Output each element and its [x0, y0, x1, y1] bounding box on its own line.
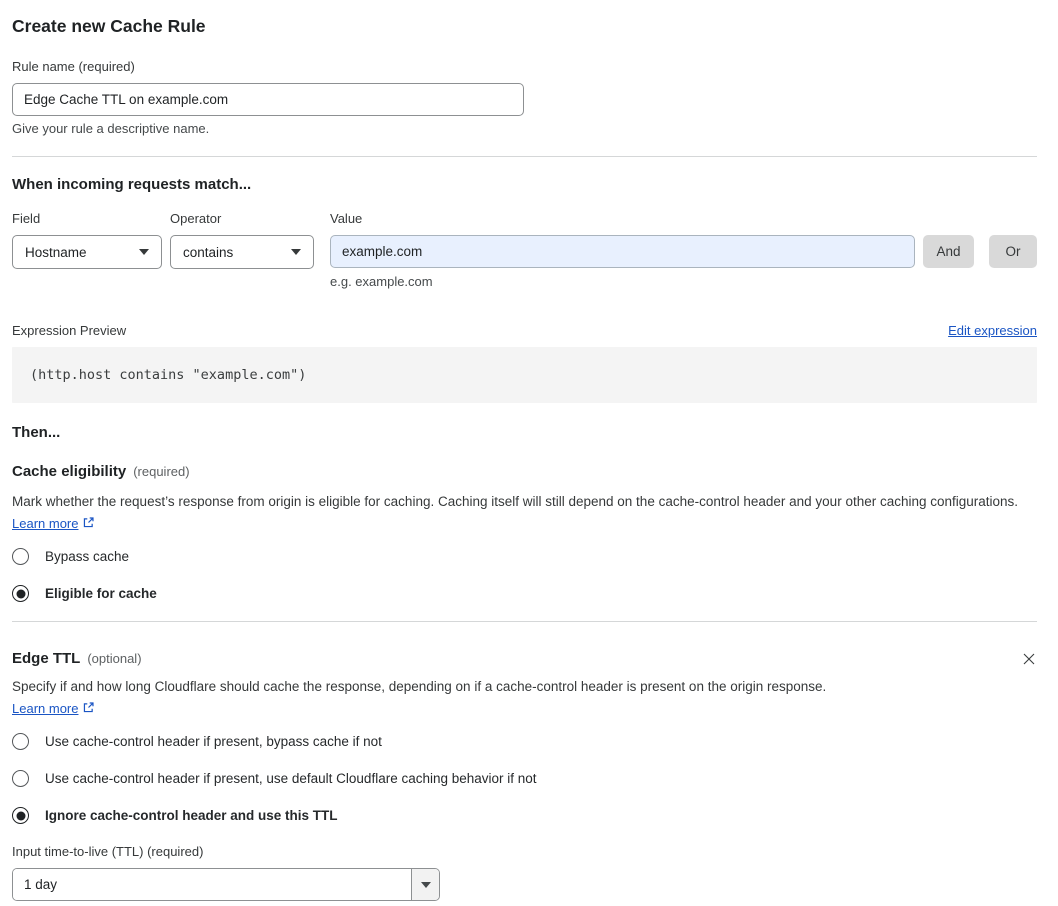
rule-name-group: Rule name (required) Give your rule a de… [12, 59, 1037, 137]
cache-eligibility-header: Cache eligibility (required) [12, 462, 1037, 481]
radio-icon [12, 770, 29, 787]
expression-preview-label: Expression Preview [12, 323, 126, 338]
operator-select-value: contains [183, 245, 233, 260]
field-select[interactable]: Hostname [12, 235, 162, 269]
expression-code: (http.host contains "example.com") [30, 367, 306, 383]
match-builder-row: Field Hostname Operator contains Value e… [12, 211, 1037, 290]
edge-ttl-qualifier: (optional) [87, 651, 141, 666]
expression-code-block: (http.host contains "example.com") [12, 347, 1037, 403]
and-button[interactable]: And [923, 235, 974, 268]
radio-label: Eligible for cache [45, 586, 157, 601]
ttl-combobox [12, 868, 440, 901]
radio-label: Use cache-control header if present, use… [45, 771, 537, 786]
radio-icon [12, 733, 29, 750]
operator-select[interactable]: contains [170, 235, 314, 269]
operator-column: Operator contains [170, 211, 314, 269]
operator-label: Operator [170, 211, 314, 227]
close-edge-ttl-button[interactable] [1021, 651, 1037, 667]
chevron-down-icon [291, 249, 301, 255]
cache-eligibility-qualifier: (required) [133, 464, 189, 479]
edge-ttl-description: Specify if and how long Cloudflare shoul… [12, 676, 844, 719]
match-heading: When incoming requests match... [12, 175, 1037, 194]
section-divider-top [12, 156, 1037, 157]
field-column: Field Hostname [12, 211, 162, 269]
chevron-down-icon [421, 882, 431, 888]
cache-eligibility-learn-more-link[interactable]: Learn more [12, 516, 78, 531]
create-cache-rule-form: Create new Cache Rule Rule name (require… [0, 0, 1058, 901]
value-help: e.g. example.com [330, 274, 915, 290]
then-heading: Then... [12, 423, 1037, 442]
radio-use-header-default[interactable]: Use cache-control header if present, use… [12, 770, 1037, 787]
rule-name-label: Rule name (required) [12, 59, 1037, 75]
radio-ignore-header-use-ttl[interactable]: Ignore cache-control header and use this… [12, 807, 1037, 824]
ttl-dropdown-button[interactable] [411, 869, 439, 900]
field-select-value: Hostname [25, 245, 87, 260]
radio-label: Use cache-control header if present, byp… [45, 734, 382, 749]
or-button[interactable]: Or [989, 235, 1037, 268]
radio-icon [12, 807, 29, 824]
value-label: Value [330, 211, 915, 227]
chevron-down-icon [139, 249, 149, 255]
ttl-value-input[interactable] [13, 869, 411, 900]
radio-label: Bypass cache [45, 549, 129, 564]
radio-eligible-for-cache[interactable]: Eligible for cache [12, 585, 1037, 602]
expression-preview-header: Expression Preview Edit expression [12, 323, 1037, 338]
external-link-icon [82, 517, 95, 532]
ttl-label: Input time-to-live (TTL) (required) [12, 844, 1037, 860]
section-divider-edge-ttl [12, 621, 1037, 622]
edge-ttl-header: Edge TTL (optional) [12, 649, 1037, 668]
radio-label: Ignore cache-control header and use this… [45, 808, 338, 823]
rule-name-input[interactable] [12, 83, 524, 116]
external-link-icon [82, 702, 95, 717]
radio-icon [12, 548, 29, 565]
edge-ttl-title: Edge TTL [12, 649, 80, 668]
radio-icon [12, 585, 29, 602]
radio-use-header-bypass[interactable]: Use cache-control header if present, byp… [12, 733, 1037, 750]
value-column: Value e.g. example.com [330, 211, 915, 290]
cache-eligibility-description: Mark whether the request’s response from… [12, 491, 1037, 534]
rule-name-help: Give your rule a descriptive name. [12, 121, 1037, 137]
page-title: Create new Cache Rule [12, 15, 1037, 37]
edge-ttl-learn-more-link[interactable]: Learn more [12, 701, 78, 716]
cache-eligibility-title: Cache eligibility [12, 462, 126, 481]
field-label: Field [12, 211, 162, 227]
value-input[interactable] [330, 235, 915, 268]
ttl-input-group: Input time-to-live (TTL) (required) [12, 844, 1037, 901]
radio-bypass-cache[interactable]: Bypass cache [12, 548, 1037, 565]
edit-expression-link[interactable]: Edit expression [948, 323, 1037, 338]
close-icon [1021, 651, 1037, 667]
